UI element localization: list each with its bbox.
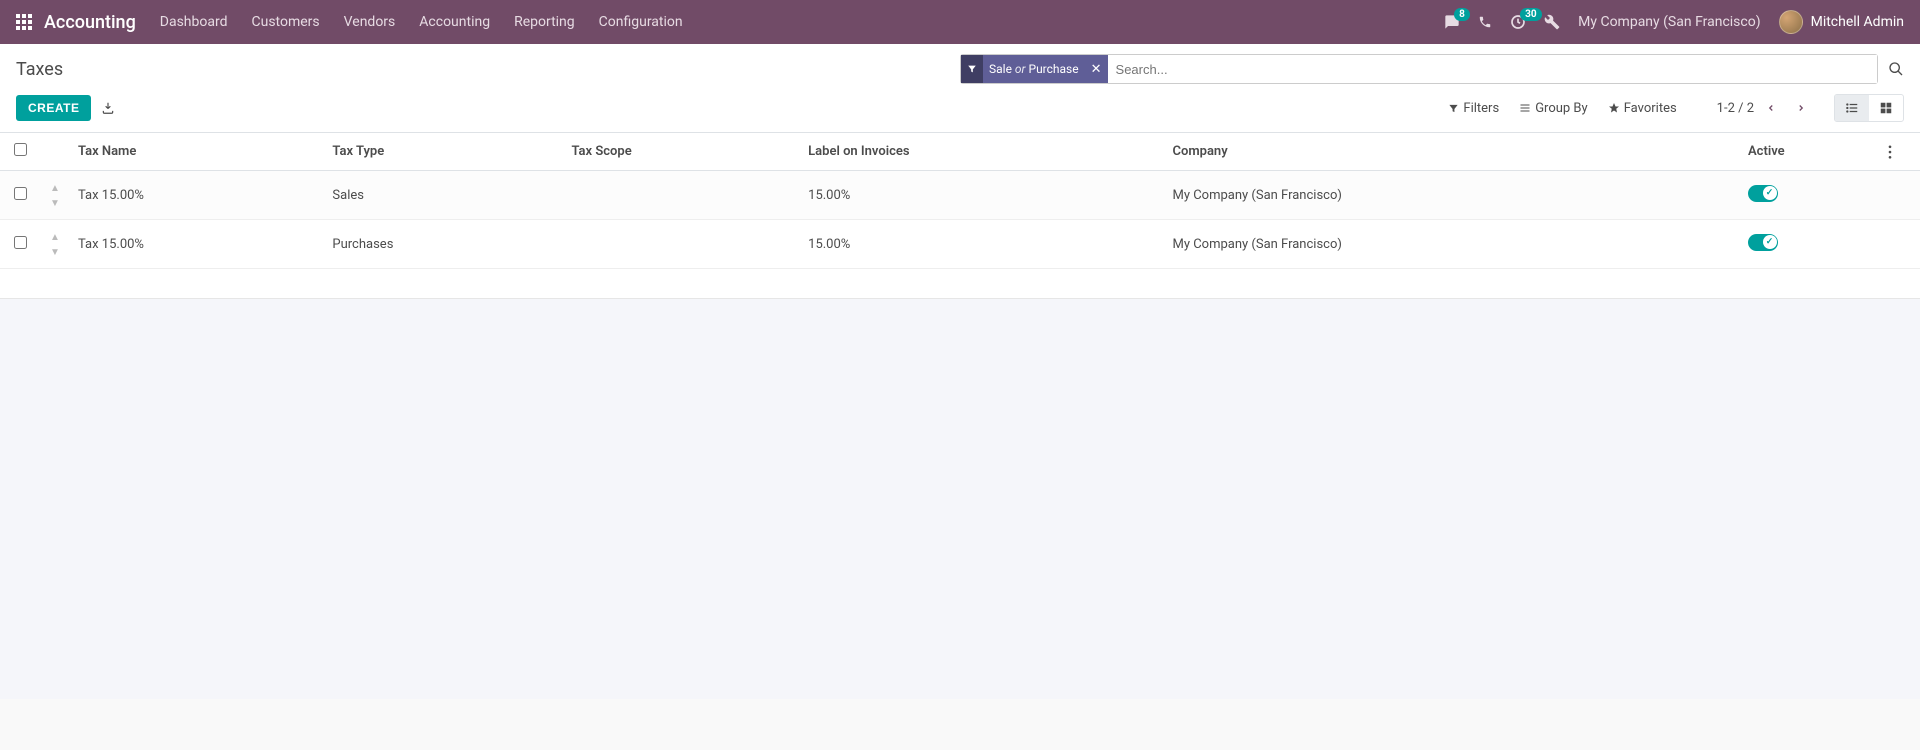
col-company[interactable]: Company bbox=[1164, 133, 1740, 171]
col-optional[interactable] bbox=[1880, 133, 1920, 171]
table-row[interactable]: ▲▼ Tax 15.00%Sales 15.00%My Company (San F… bbox=[0, 171, 1920, 220]
facet-label: Sale or Purchase bbox=[983, 62, 1085, 76]
list-view-button[interactable] bbox=[1835, 95, 1869, 121]
cell-label: 15.00% bbox=[800, 171, 1164, 220]
cell-label: 15.00% bbox=[800, 220, 1164, 269]
messages-icon[interactable]: 8 bbox=[1444, 14, 1460, 30]
row-checkbox[interactable] bbox=[14, 236, 27, 249]
cell-company: My Company (San Francisco) bbox=[1164, 220, 1740, 269]
main-menu: Dashboard Customers Vendors Accounting R… bbox=[160, 14, 683, 30]
filters-label: Filters bbox=[1463, 101, 1499, 116]
col-tax-type[interactable]: Tax Type bbox=[324, 133, 563, 171]
top-navbar: Accounting Dashboard Customers Vendors A… bbox=[0, 0, 1920, 44]
groupby-button[interactable]: Group By bbox=[1519, 101, 1588, 116]
pager: 1-2 / 2 bbox=[1717, 98, 1814, 118]
apps-icon[interactable] bbox=[16, 14, 32, 30]
search-box: Sale or Purchase ✕ bbox=[960, 54, 1878, 84]
groupby-label: Group By bbox=[1535, 101, 1588, 116]
pager-range[interactable]: 1-2 / 2 bbox=[1717, 101, 1754, 116]
activities-icon[interactable]: 30 bbox=[1510, 14, 1526, 30]
search-input[interactable] bbox=[1108, 55, 1877, 83]
active-toggle[interactable] bbox=[1748, 234, 1778, 251]
row-checkbox[interactable] bbox=[14, 187, 27, 200]
col-tax-name[interactable]: Tax Name bbox=[70, 133, 324, 171]
avatar bbox=[1779, 10, 1803, 34]
messages-badge: 8 bbox=[1454, 8, 1470, 21]
list-view: Tax Name Tax Type Tax Scope Label on Inv… bbox=[0, 133, 1920, 299]
filter-icon bbox=[961, 55, 983, 83]
control-panel: Taxes Sale or Purchase ✕ bbox=[0, 44, 1920, 133]
select-all-checkbox[interactable] bbox=[14, 143, 27, 156]
facet-remove[interactable]: ✕ bbox=[1085, 62, 1108, 77]
user-menu[interactable]: Mitchell Admin bbox=[1779, 10, 1904, 34]
search-icon[interactable] bbox=[1888, 61, 1904, 77]
cell-tax-scope bbox=[563, 220, 800, 269]
view-switcher bbox=[1834, 94, 1904, 122]
cell-tax-name: Tax 15.00% bbox=[70, 171, 324, 220]
favorites-button[interactable]: Favorites bbox=[1608, 101, 1677, 116]
breadcrumb: Taxes bbox=[16, 59, 63, 80]
debug-icon[interactable] bbox=[1544, 14, 1560, 30]
table-row[interactable]: ▲▼ Tax 15.00%Purchases 15.00%My Company (S… bbox=[0, 220, 1920, 269]
cell-tax-type: Purchases bbox=[324, 220, 563, 269]
create-button[interactable]: Create bbox=[16, 95, 91, 121]
filters-button[interactable]: Filters bbox=[1448, 101, 1499, 116]
col-active[interactable]: Active bbox=[1740, 133, 1880, 171]
app-brand[interactable]: Accounting bbox=[44, 12, 136, 33]
menu-configuration[interactable]: Configuration bbox=[599, 14, 683, 30]
active-toggle[interactable] bbox=[1748, 185, 1778, 202]
phone-icon[interactable] bbox=[1478, 15, 1492, 29]
menu-accounting[interactable]: Accounting bbox=[419, 14, 490, 30]
import-button[interactable] bbox=[101, 101, 115, 115]
cell-tax-name: Tax 15.00% bbox=[70, 220, 324, 269]
user-name: Mitchell Admin bbox=[1811, 14, 1904, 30]
favorites-label: Favorites bbox=[1624, 101, 1677, 116]
drag-handle-icon[interactable]: ▲▼ bbox=[50, 232, 60, 258]
kanban-view-button[interactable] bbox=[1869, 95, 1903, 121]
drag-handle-icon[interactable]: ▲▼ bbox=[50, 183, 60, 209]
cell-company: My Company (San Francisco) bbox=[1164, 171, 1740, 220]
company-switcher[interactable]: My Company (San Francisco) bbox=[1578, 14, 1760, 30]
search-facet: Sale or Purchase ✕ bbox=[961, 55, 1108, 83]
col-tax-scope[interactable]: Tax Scope bbox=[563, 133, 800, 171]
col-label[interactable]: Label on Invoices bbox=[800, 133, 1164, 171]
pager-next[interactable] bbox=[1788, 98, 1814, 118]
col-select-all bbox=[0, 133, 40, 171]
pager-prev[interactable] bbox=[1758, 98, 1784, 118]
menu-customers[interactable]: Customers bbox=[252, 14, 320, 30]
menu-reporting[interactable]: Reporting bbox=[514, 14, 575, 30]
menu-dashboard[interactable]: Dashboard bbox=[160, 14, 228, 30]
activities-badge: 30 bbox=[1520, 8, 1541, 21]
menu-vendors[interactable]: Vendors bbox=[344, 14, 396, 30]
cell-tax-type: Sales bbox=[324, 171, 563, 220]
cell-tax-scope bbox=[563, 171, 800, 220]
